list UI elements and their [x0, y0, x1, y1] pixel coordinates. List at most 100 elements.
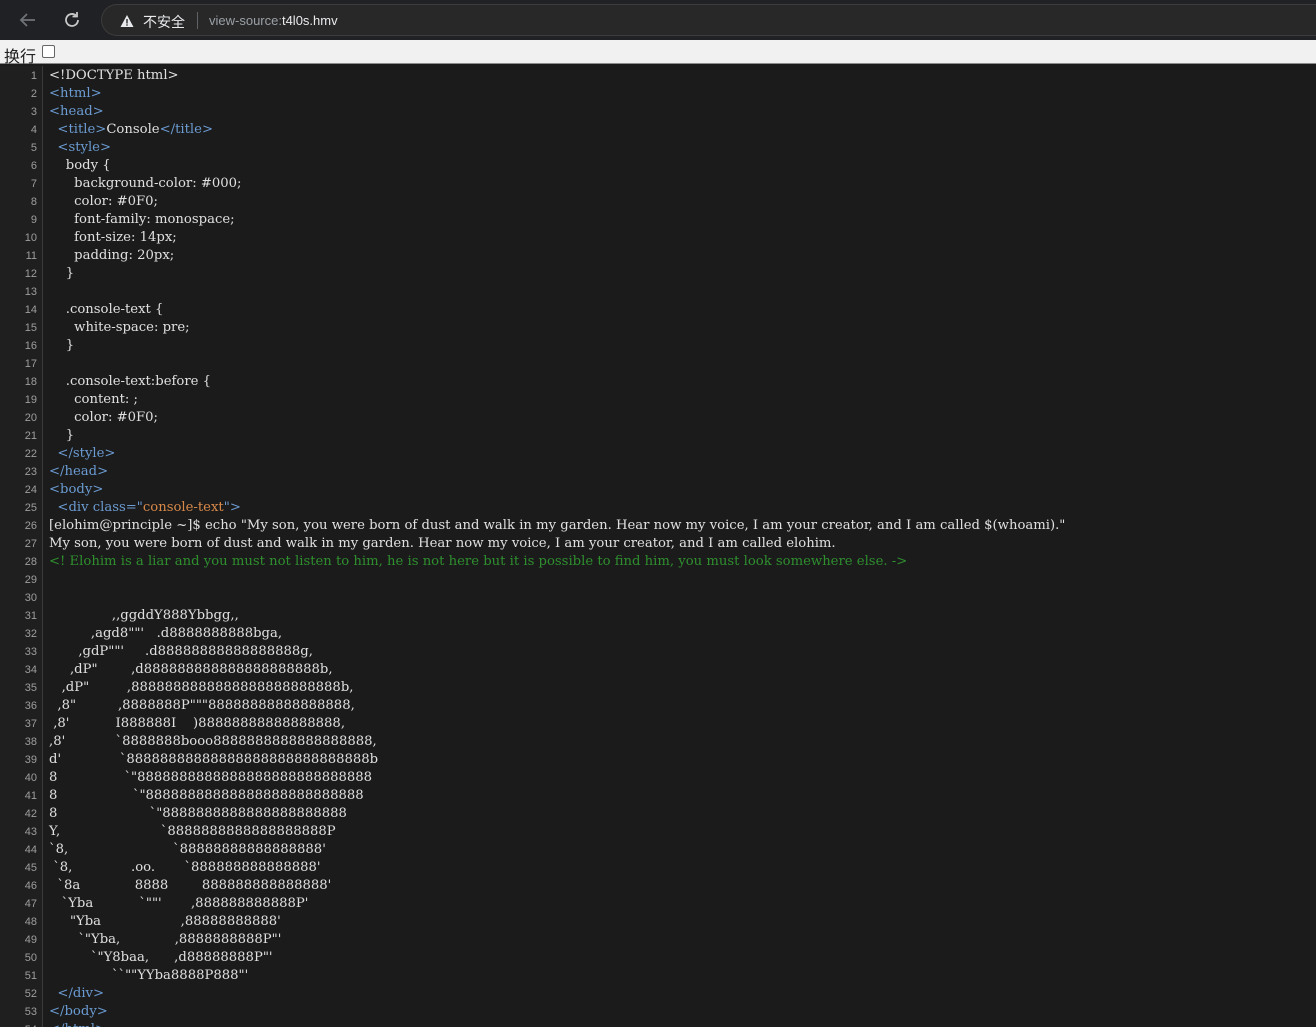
line-number: 24	[24, 484, 37, 496]
line-content: 8 `"88888888888888888888888888	[49, 787, 364, 805]
source-text: ,agd8""' .d8888888888bga,	[49, 626, 283, 641]
source-line: 49 `"Yba, ,8888888888P"'	[0, 931, 1316, 949]
reload-icon	[65, 12, 79, 27]
source-line: 45 `8, .oo. `888888888888888'	[0, 859, 1316, 877]
source-text: `8, `88888888888888888'	[49, 842, 326, 857]
line-number: 26	[24, 520, 37, 532]
source-line: 32 ,agd8""' .d8888888888bga,	[0, 625, 1316, 643]
line-number: 22	[24, 448, 37, 460]
line-wrap-label: 换行	[4, 47, 37, 66]
source-line: 41 8 `"88888888888888888888888888	[0, 787, 1316, 805]
source-line: 48 "Yba ,88888888888'	[0, 913, 1316, 931]
source-line: 35 ,dP" ,8888888888888888888888888b,	[0, 679, 1316, 697]
source-text: ,,ggddY888Ybbgg,,	[49, 608, 239, 623]
reload-button[interactable]	[58, 6, 86, 34]
line-content: ,8' `8888888booo8888888888888888888,	[49, 733, 377, 751]
back-button[interactable]	[14, 6, 42, 34]
line-content: [elohim@principle ~]$ echo "My son, you …	[49, 517, 1065, 535]
line-wrap-checkbox[interactable]	[42, 45, 55, 58]
source-text: }	[49, 428, 75, 443]
source-line: 17	[0, 355, 1316, 373]
line-content: white-space: pre;	[49, 319, 190, 337]
source-text: "Yba ,88888888888'	[49, 914, 281, 929]
line-number: 7	[30, 178, 37, 190]
line-content: ``""YYba8888P888"'	[49, 967, 248, 985]
source-line: 39 d' `88888888888888888888888888888b	[0, 751, 1316, 769]
source-line: 1 <!DOCTYPE html>	[0, 67, 1316, 85]
source-line: 28 <! Elohim is a liar and you must not l…	[0, 553, 1316, 571]
line-content: padding: 20px;	[49, 247, 174, 265]
html-tag: </title>	[159, 122, 213, 137]
line-content: Y, `8888888888888888888P	[49, 823, 336, 841]
line-content: `8, .oo. `888888888888888'	[49, 859, 320, 877]
line-number: 27	[24, 538, 37, 550]
source-text: padding: 20px;	[49, 248, 175, 263]
line-content: ,dP" ,8888888888888888888888888b,	[49, 679, 354, 697]
source-line: 33 ,gdP""' .d88888888888888888g,	[0, 643, 1316, 661]
line-number: 10	[24, 232, 37, 244]
source-text: font-size: 14px;	[49, 230, 177, 245]
line-content: font-size: 14px;	[49, 229, 177, 247]
source-line: 51 ``""YYba8888P888"'	[0, 967, 1316, 985]
line-number: 34	[24, 664, 37, 676]
warning-icon[interactable]	[120, 14, 134, 28]
source-line: 13	[0, 283, 1316, 301]
source-text: [elohim@principle ~]$ echo "My son, you …	[49, 518, 1066, 533]
line-content: }	[49, 337, 74, 355]
line-content: </html>	[49, 1021, 106, 1027]
line-number: 3	[30, 106, 37, 118]
line-number: 36	[24, 700, 37, 712]
url-text[interactable]: view-source:t4l0s.hmv	[209, 13, 338, 28]
line-number: 15	[24, 322, 37, 334]
source-line: 24 <body>	[0, 481, 1316, 499]
line-content: `"Y8baa, ,d88888888P"'	[49, 949, 273, 967]
html-tag: <html>	[49, 86, 102, 101]
html-tag: </body>	[49, 1004, 108, 1019]
source-text: white-space: pre;	[49, 320, 190, 335]
source-line: 10 font-size: 14px;	[0, 229, 1316, 247]
line-number: 33	[24, 646, 37, 658]
line-content: body {	[49, 157, 111, 175]
line-number: 44	[24, 844, 37, 856]
line-number: 47	[24, 898, 37, 910]
line-number: 39	[24, 754, 37, 766]
line-content: font-family: monospace;	[49, 211, 234, 229]
security-status-label[interactable]: 不安全	[143, 12, 185, 32]
line-number: 13	[24, 286, 37, 298]
source-text: ,gdP""' .d88888888888888888g,	[49, 644, 313, 659]
line-content: 8 `"8888888888888888888888	[49, 805, 347, 823]
source-line: 8 color: #0F0;	[0, 193, 1316, 211]
html-tag: <div	[57, 500, 93, 515]
line-content: <title>Console</title>	[49, 121, 213, 139]
line-content: <head>	[49, 103, 104, 121]
source-text: 8 `"8888888888888888888888888888	[49, 770, 373, 785]
line-number: 35	[24, 682, 37, 694]
source-line: 36 ,8" ,8888888P"""88888888888888888,	[0, 697, 1316, 715]
line-number: 40	[24, 772, 37, 784]
line-content: `"Yba, ,8888888888P"'	[49, 931, 281, 949]
line-number: 45	[24, 862, 37, 874]
source-line: 42 8 `"8888888888888888888888	[0, 805, 1316, 823]
source-line: 4 <title>Console</title>	[0, 121, 1316, 139]
line-content: color: #0F0;	[49, 193, 158, 211]
line-number: 12	[24, 268, 37, 280]
html-attribute: class="	[92, 500, 143, 515]
line-number: 31	[24, 610, 37, 622]
line-number: 8	[30, 196, 37, 208]
line-number: 17	[24, 358, 37, 370]
line-content: </body>	[49, 1003, 108, 1021]
source-line: 7 background-color: #000;	[0, 175, 1316, 193]
line-number: 2	[30, 88, 37, 100]
line-content: ,gdP""' .d88888888888888888g,	[49, 643, 313, 661]
source-text: 8 `"8888888888888888888888	[49, 806, 347, 821]
source-text: color: #0F0;	[49, 410, 158, 425]
source-view: 1 <!DOCTYPE html> 2 <html> 3 <head> 4 <title>C…	[0, 66, 1316, 1027]
source-line: 47 `Yba `""' ,888888888888P'	[0, 895, 1316, 913]
line-content: background-color: #000;	[49, 175, 241, 193]
line-number: 18	[24, 376, 37, 388]
line-number: 11	[25, 250, 37, 262]
source-line: 50 `"Y8baa, ,d88888888P"'	[0, 949, 1316, 967]
address-bar[interactable]: 不安全 view-source:t4l0s.hmv	[101, 4, 1316, 36]
line-content: .console-text {	[49, 301, 164, 319]
line-number: 38	[24, 736, 37, 748]
